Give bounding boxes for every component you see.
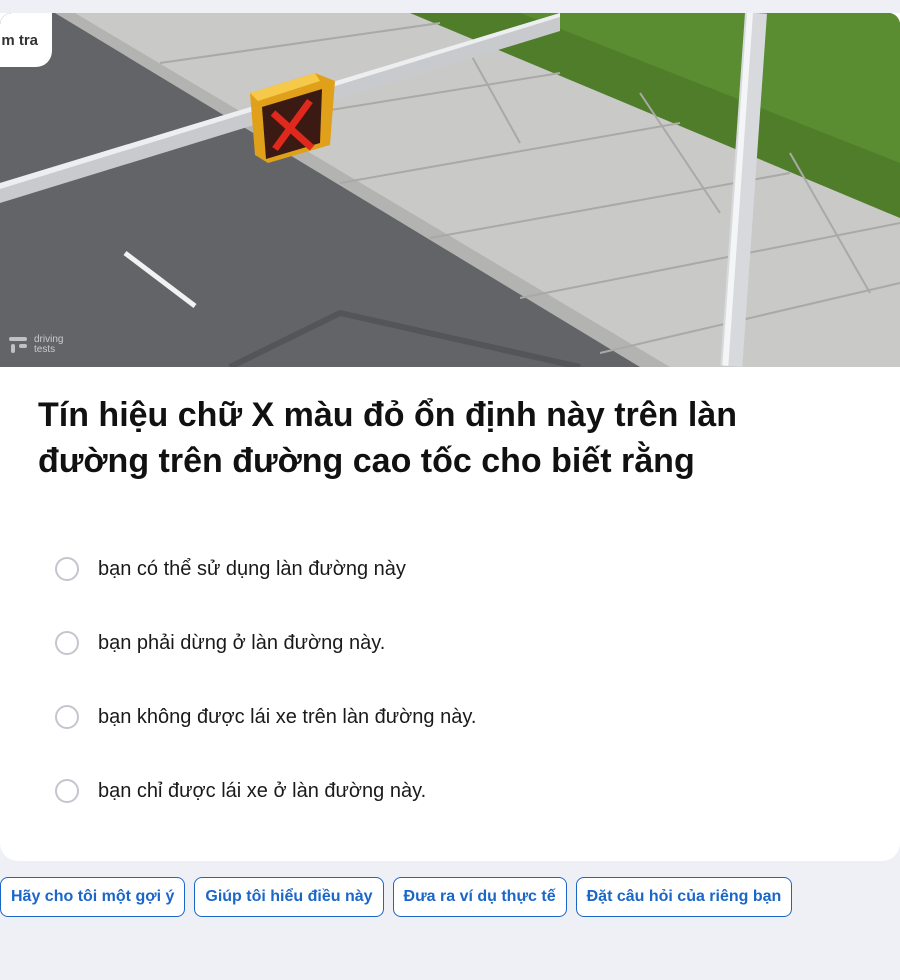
watermark-logo: driving tests: [8, 335, 63, 355]
answer-option[interactable]: bạn có thể sử dụng làn đường này: [55, 532, 476, 606]
drivingtests-logo-icon: [9, 337, 27, 353]
ai-help-actions: Hãy cho tôi một gợi ý Giúp tôi hiểu điều…: [0, 877, 793, 917]
answer-option[interactable]: bạn phải dừng ở làn đường này.: [55, 606, 476, 680]
question-image: m tra driving tests: [0, 13, 900, 367]
answer-options: bạn có thể sử dụng làn đường này bạn phả…: [55, 532, 476, 828]
real-example-button[interactable]: Đưa ra ví dụ thực tế: [392, 877, 567, 917]
test-tab-label: m tra: [1, 31, 38, 49]
watermark-line2: tests: [34, 344, 56, 355]
answer-label: bạn có thể sử dụng làn đường này: [98, 557, 406, 580]
radio-button[interactable]: [55, 631, 79, 655]
hint-button[interactable]: Hãy cho tôi một gợi ý: [0, 877, 186, 917]
test-tab[interactable]: m tra: [0, 13, 52, 67]
answer-option[interactable]: bạn không được lái xe trên làn đường này…: [55, 680, 476, 754]
road-scene-illustration: [0, 13, 900, 367]
radio-button[interactable]: [55, 779, 79, 803]
ask-own-question-button[interactable]: Đặt câu hỏi của riêng bạn: [575, 877, 793, 917]
explain-button[interactable]: Giúp tôi hiểu điều này: [194, 877, 384, 917]
answer-label: bạn phải dừng ở làn đường này.: [98, 631, 386, 654]
answer-label: bạn chỉ được lái xe ở làn đường này.: [98, 779, 427, 802]
answer-label: bạn không được lái xe trên làn đường này…: [98, 705, 477, 728]
radio-button[interactable]: [55, 705, 79, 729]
radio-button[interactable]: [55, 557, 79, 581]
question-card: m tra driving tests Tín hiệu chữ X màu đ…: [0, 13, 900, 861]
answer-option[interactable]: bạn chỉ được lái xe ở làn đường này.: [55, 754, 476, 828]
question-text: Tín hiệu chữ X màu đỏ ổn định này trên l…: [38, 396, 737, 480]
